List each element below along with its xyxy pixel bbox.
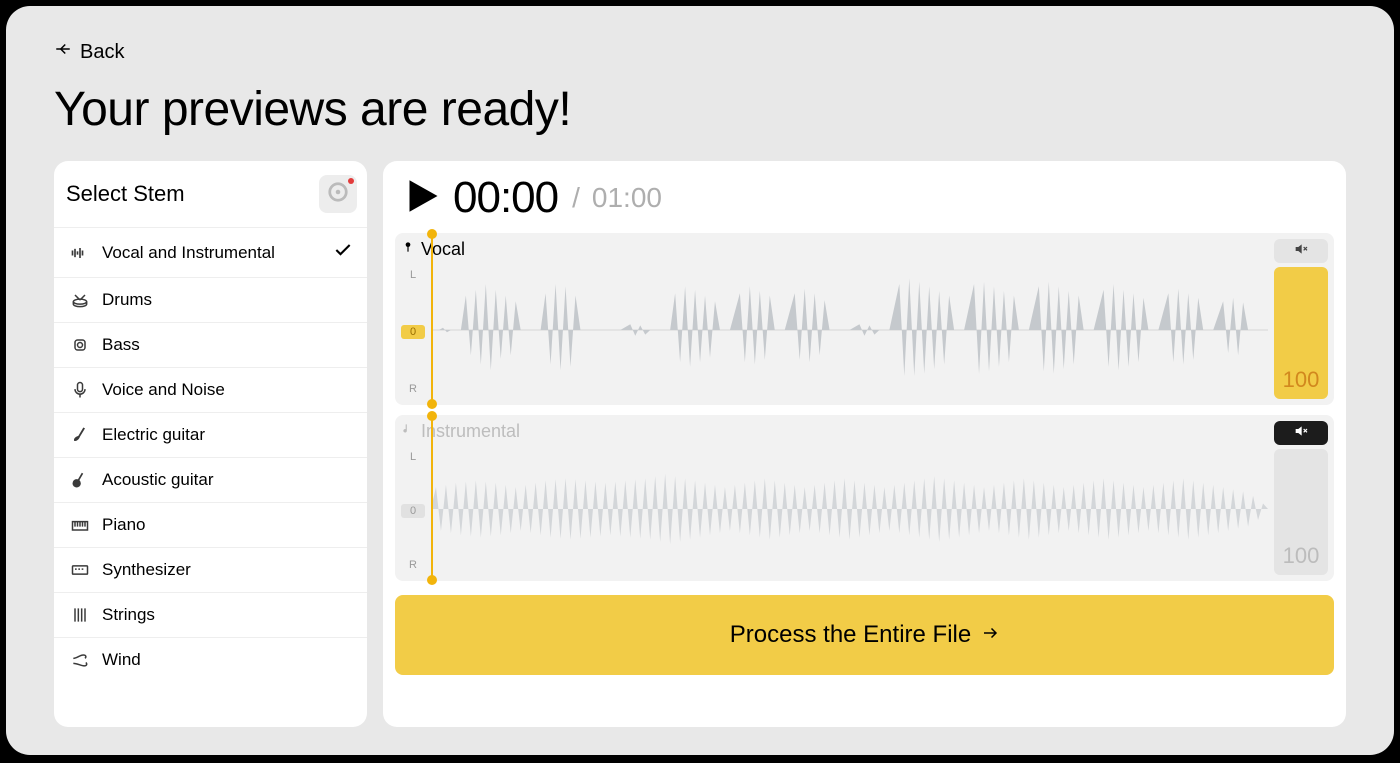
stem-item-label: Acoustic guitar: [102, 470, 214, 490]
stem-item-label: Wind: [102, 650, 141, 670]
stem-panel-title: Select Stem: [66, 181, 185, 207]
stem-item-strings[interactable]: Strings: [54, 593, 367, 638]
waveform-graphic: [431, 443, 1268, 575]
bass-icon: [70, 335, 90, 355]
waveform-vocal[interactable]: [431, 239, 1268, 399]
track-title: Instrumental: [421, 421, 520, 442]
mute-button-instrumental[interactable]: [1274, 421, 1328, 445]
waveform-instrumental[interactable]: [431, 421, 1268, 575]
stem-item-drums[interactable]: Drums: [54, 278, 367, 323]
drums-icon: [70, 290, 90, 310]
acoustic-guitar-icon: [70, 470, 90, 490]
note-icon: [401, 422, 415, 441]
stem-item-label: Synthesizer: [102, 560, 191, 580]
pin-icon: [401, 240, 415, 259]
pan-right-label: R: [409, 559, 417, 571]
time-total: 01:00: [592, 182, 662, 214]
stem-item-piano[interactable]: Piano: [54, 503, 367, 548]
record-button[interactable]: [319, 175, 357, 213]
pan-center-label: 0: [401, 504, 425, 518]
stem-item-vocal-instrumental[interactable]: Vocal and Instrumental: [54, 228, 367, 278]
arrow-right-icon: [981, 621, 999, 649]
volume-value: 100: [1283, 367, 1320, 393]
process-button-label: Process the Entire File: [730, 621, 971, 649]
stem-item-label: Bass: [102, 335, 140, 355]
play-button[interactable]: [399, 175, 441, 222]
arrow-left-icon: [54, 40, 72, 64]
time-current: 00:00: [453, 173, 558, 223]
stem-item-label: Strings: [102, 605, 155, 625]
volume-value: 100: [1283, 543, 1320, 569]
pan-left-label: L: [410, 451, 416, 463]
synth-icon: [70, 560, 90, 580]
stem-item-label: Electric guitar: [102, 425, 205, 445]
stem-item-label: Piano: [102, 515, 145, 535]
electric-guitar-icon: [70, 425, 90, 445]
stem-item-wind[interactable]: Wind: [54, 638, 367, 682]
stem-item-electric-guitar[interactable]: Electric guitar: [54, 413, 367, 458]
playhead[interactable]: [431, 417, 433, 579]
strings-icon: [70, 605, 90, 625]
stem-item-synthesizer[interactable]: Synthesizer: [54, 548, 367, 593]
waveform-graphic: [431, 261, 1268, 399]
stem-item-label: Vocal and Instrumental: [102, 243, 275, 263]
mic-icon: [70, 380, 90, 400]
stem-item-label: Drums: [102, 290, 152, 310]
playhead[interactable]: [431, 235, 433, 403]
track-title: Vocal: [421, 239, 465, 260]
pan-right-label: R: [409, 383, 417, 395]
page-title: Your previews are ready!: [54, 82, 1346, 137]
wind-icon: [70, 650, 90, 670]
back-link[interactable]: Back: [54, 40, 124, 64]
check-icon: [333, 240, 353, 265]
pan-control-vocal[interactable]: L 0 R: [401, 239, 425, 399]
player-panel: 00:00 / 01:00 Vocal L 0 R: [383, 161, 1346, 727]
waveform-mic-icon: [70, 243, 90, 263]
disc-icon: [327, 181, 349, 208]
mute-button-vocal[interactable]: [1274, 239, 1328, 263]
pan-center-label: 0: [401, 325, 425, 339]
volume-slider-instrumental[interactable]: 100: [1274, 449, 1328, 575]
piano-icon: [70, 515, 90, 535]
back-label: Back: [80, 41, 124, 64]
stem-item-acoustic-guitar[interactable]: Acoustic guitar: [54, 458, 367, 503]
volume-slider-vocal[interactable]: 100: [1274, 267, 1328, 399]
time-separator: /: [572, 182, 580, 214]
track-vocal: Vocal L 0 R: [395, 233, 1334, 405]
stem-item-bass[interactable]: Bass: [54, 323, 367, 368]
speaker-muted-icon: [1293, 241, 1309, 262]
stem-panel: Select Stem Vocal and Instrumental Drums: [54, 161, 367, 727]
play-icon: [399, 175, 441, 222]
stem-item-voice-noise[interactable]: Voice and Noise: [54, 368, 367, 413]
speaker-muted-icon: [1293, 423, 1309, 444]
pan-left-label: L: [410, 269, 416, 281]
pan-control-instrumental[interactable]: L 0 R: [401, 421, 425, 575]
process-button[interactable]: Process the Entire File: [395, 595, 1334, 675]
stem-item-label: Voice and Noise: [102, 380, 225, 400]
track-instrumental: Instrumental L 0 R: [395, 415, 1334, 581]
